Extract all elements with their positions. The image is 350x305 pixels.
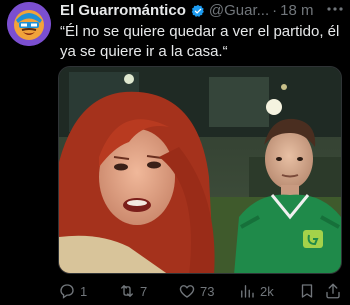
retweet-count: 7 (140, 283, 148, 299)
bookmark-icon (301, 284, 313, 298)
author-handle[interactable]: @Guar... (209, 2, 269, 19)
views-button[interactable]: 2k (238, 281, 274, 301)
tweet-header: El Guarromántico @Guar... · 18 m (60, 2, 313, 19)
author-name[interactable]: El Guarromántico (60, 2, 186, 19)
reply-icon (60, 284, 74, 299)
separator: · (272, 2, 278, 19)
share-icon (326, 283, 340, 299)
retweet-icon (121, 285, 133, 297)
views-count: 2k (260, 283, 274, 299)
timestamp[interactable]: 18 m (280, 2, 313, 19)
reply-button[interactable]: 1 (58, 281, 87, 301)
views-icon (241, 285, 254, 298)
bookmark-button[interactable] (298, 281, 316, 301)
action-bar: 1 7 73 2k (58, 281, 350, 301)
avatar[interactable] (7, 2, 51, 46)
tweet-media[interactable] (58, 66, 342, 274)
like-count: 73 (200, 283, 215, 299)
avatar-logo (7, 2, 51, 46)
verified-badge-icon (191, 4, 204, 17)
like-icon (179, 285, 195, 298)
retweet-button[interactable]: 7 (118, 281, 147, 301)
media-image (59, 67, 341, 273)
more-icon[interactable] (326, 4, 344, 14)
share-button[interactable] (324, 281, 342, 301)
reply-count: 1 (80, 283, 88, 299)
tweet-text: “Él no se quiere quedar a ver el partido… (60, 23, 340, 60)
like-button[interactable]: 73 (178, 281, 214, 301)
